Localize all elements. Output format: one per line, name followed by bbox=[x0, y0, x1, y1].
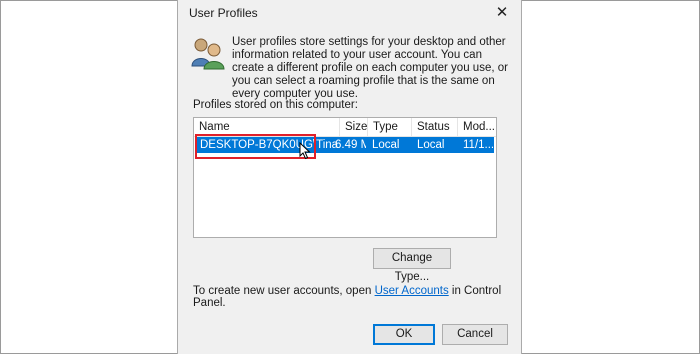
profile-type: Local bbox=[372, 139, 400, 151]
cancel-button[interactable]: Cancel bbox=[442, 324, 508, 345]
column-header-modified[interactable]: Mod... bbox=[458, 118, 496, 136]
list-header: Name Size Type Status Mod... bbox=[194, 118, 496, 137]
profile-status: Local bbox=[417, 139, 445, 151]
ok-button[interactable]: OK bbox=[373, 324, 435, 345]
mouse-cursor-icon bbox=[299, 142, 311, 160]
user-profiles-icon bbox=[191, 38, 225, 70]
user-accounts-link[interactable]: User Accounts bbox=[375, 285, 449, 297]
column-header-size[interactable]: Size bbox=[340, 118, 368, 136]
column-header-type[interactable]: Type bbox=[368, 118, 412, 136]
profile-name: DESKTOP-B7QK0UG\Tina bbox=[200, 139, 339, 151]
close-icon[interactable]: ✕ bbox=[491, 2, 513, 24]
profile-modified: 11/1... bbox=[463, 139, 493, 151]
profiles-label: Profiles stored on this computer: bbox=[193, 99, 358, 111]
column-header-name[interactable]: Name bbox=[194, 118, 340, 136]
table-row[interactable]: DESKTOP-B7QK0UG\Tina 6.49 MB Local Local… bbox=[195, 137, 494, 153]
profiles-list[interactable]: Name Size Type Status Mod... DESKTOP-B7Q… bbox=[193, 117, 497, 238]
footer-text: To create new user accounts, open User A… bbox=[193, 285, 521, 309]
intro-text: User profiles store settings for your de… bbox=[232, 36, 508, 100]
footer-prefix: To create new user accounts, open bbox=[193, 285, 375, 297]
change-type-button[interactable]: Change Type... bbox=[373, 248, 451, 283]
window-title: User Profiles bbox=[189, 6, 258, 20]
profile-size: 6.49 MB bbox=[335, 139, 366, 151]
column-header-status[interactable]: Status bbox=[412, 118, 458, 136]
user-profiles-dialog: User Profiles ✕ User profiles store sett… bbox=[177, 0, 522, 354]
title-bar: User Profiles ✕ bbox=[178, 0, 521, 26]
